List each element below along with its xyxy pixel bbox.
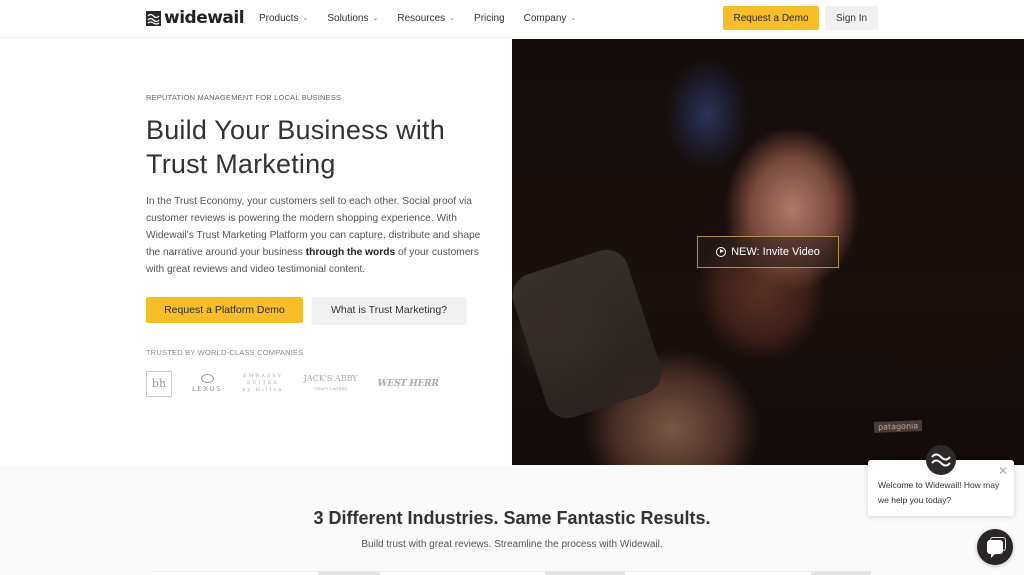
nav-company[interactable]: Company ⌄ [524, 11, 577, 25]
lexus-wordmark: LEXUS [192, 385, 223, 393]
chevron-down-icon: ⌄ [449, 15, 456, 22]
client-logo-jacks-abby: JACK'S ABBY CRAFT LAGERS [304, 374, 358, 394]
request-demo-button[interactable]: Request a Demo [723, 6, 819, 30]
embassy-line2: SUITES [246, 380, 279, 386]
nav-company-label: Company [523, 12, 567, 24]
play-circle-icon [716, 247, 727, 257]
invite-video-label: NEW: Invite Video [731, 246, 820, 258]
lexus-emblem-icon [200, 374, 214, 383]
industry-card-tab [545, 571, 625, 575]
nav-products[interactable]: Products ⌄ [259, 11, 308, 25]
hero-title-line2: Trust Marketing [146, 149, 336, 179]
chevron-down-icon: ⌄ [302, 15, 309, 22]
jacket-brand-label: patagonia [873, 420, 923, 433]
site-header: widewail Products ⌄ Solutions ⌄ Resource… [0, 0, 1024, 38]
client-logo-west-herr: WEST HERR [377, 378, 439, 389]
embassy-line3: by Hilton [242, 387, 284, 393]
jacks-abby-wordmark: JACK'S ABBY [303, 373, 358, 383]
nav-resources[interactable]: Resources ⌄ [397, 11, 455, 25]
nav-pricing[interactable]: Pricing [474, 11, 505, 25]
close-icon[interactable]: ✕ [998, 465, 1008, 477]
widewail-logo[interactable]: widewail [146, 8, 245, 28]
request-platform-demo-button[interactable]: Request a Platform Demo [146, 297, 303, 323]
nav-solutions[interactable]: Solutions ⌄ [327, 11, 378, 25]
client-logo-bh: bh [146, 370, 172, 397]
hero-video-image[interactable]: patagonia NEW: Invite Video [512, 39, 1024, 465]
industry-card-tab [811, 571, 871, 575]
what-is-trust-marketing-button[interactable]: What is Trust Marketing? [312, 297, 466, 323]
hero-eyebrow: REPUTATION MANAGEMENT FOR LOCAL BUSINESS [146, 93, 342, 102]
hero-title: Build Your Business with Trust Marketing [146, 113, 506, 181]
hero-description: In the Trust Economy, your customers sel… [146, 193, 486, 278]
chat-launcher-button[interactable] [977, 529, 1013, 565]
chat-agent-avatar [926, 445, 956, 475]
industry-card-tab [318, 571, 380, 575]
nav-pricing-label: Pricing [474, 12, 505, 24]
jacks-abby-sub: CRAFT LAGERS [314, 385, 348, 391]
nav-products-label: Products [259, 12, 299, 24]
industries-subtitle: Build trust with great reviews. Streamli… [361, 539, 663, 550]
hero-description-emphasis: through the words [305, 247, 396, 258]
hero-title-line1: Build Your Business with [146, 115, 445, 145]
widewail-logo-icon [146, 10, 161, 26]
embassy-line1: EMBASSY [242, 373, 283, 379]
widewail-wave-icon [931, 453, 951, 467]
invite-video-button[interactable]: NEW: Invite Video [697, 236, 839, 268]
chat-welcome-message: Welcome to Widewail! How may we help you… [878, 480, 1000, 505]
trusted-by-label: TRUSTED BY WORLD-CLASS COMPANIES [146, 348, 304, 357]
chevron-down-icon: ⌄ [570, 15, 577, 22]
client-logo-lexus: LEXUS [192, 374, 222, 393]
chevron-down-icon: ⌄ [372, 15, 379, 22]
phone-in-image [512, 244, 668, 424]
chat-bubble-icon [987, 537, 1006, 558]
client-logos: bh LEXUS EMBASSY SUITES by Hilton JACK'S… [146, 370, 459, 397]
nav-resources-label: Resources [397, 12, 446, 24]
client-logo-embassy-suites: EMBASSY SUITES by Hilton [242, 373, 283, 394]
logo-wordmark: widewail [164, 8, 245, 28]
main-nav: Products ⌄ Solutions ⌄ Resources ⌄ Prici… [259, 11, 595, 25]
nav-solutions-label: Solutions [327, 12, 369, 24]
sign-in-button[interactable]: Sign In [825, 6, 878, 30]
